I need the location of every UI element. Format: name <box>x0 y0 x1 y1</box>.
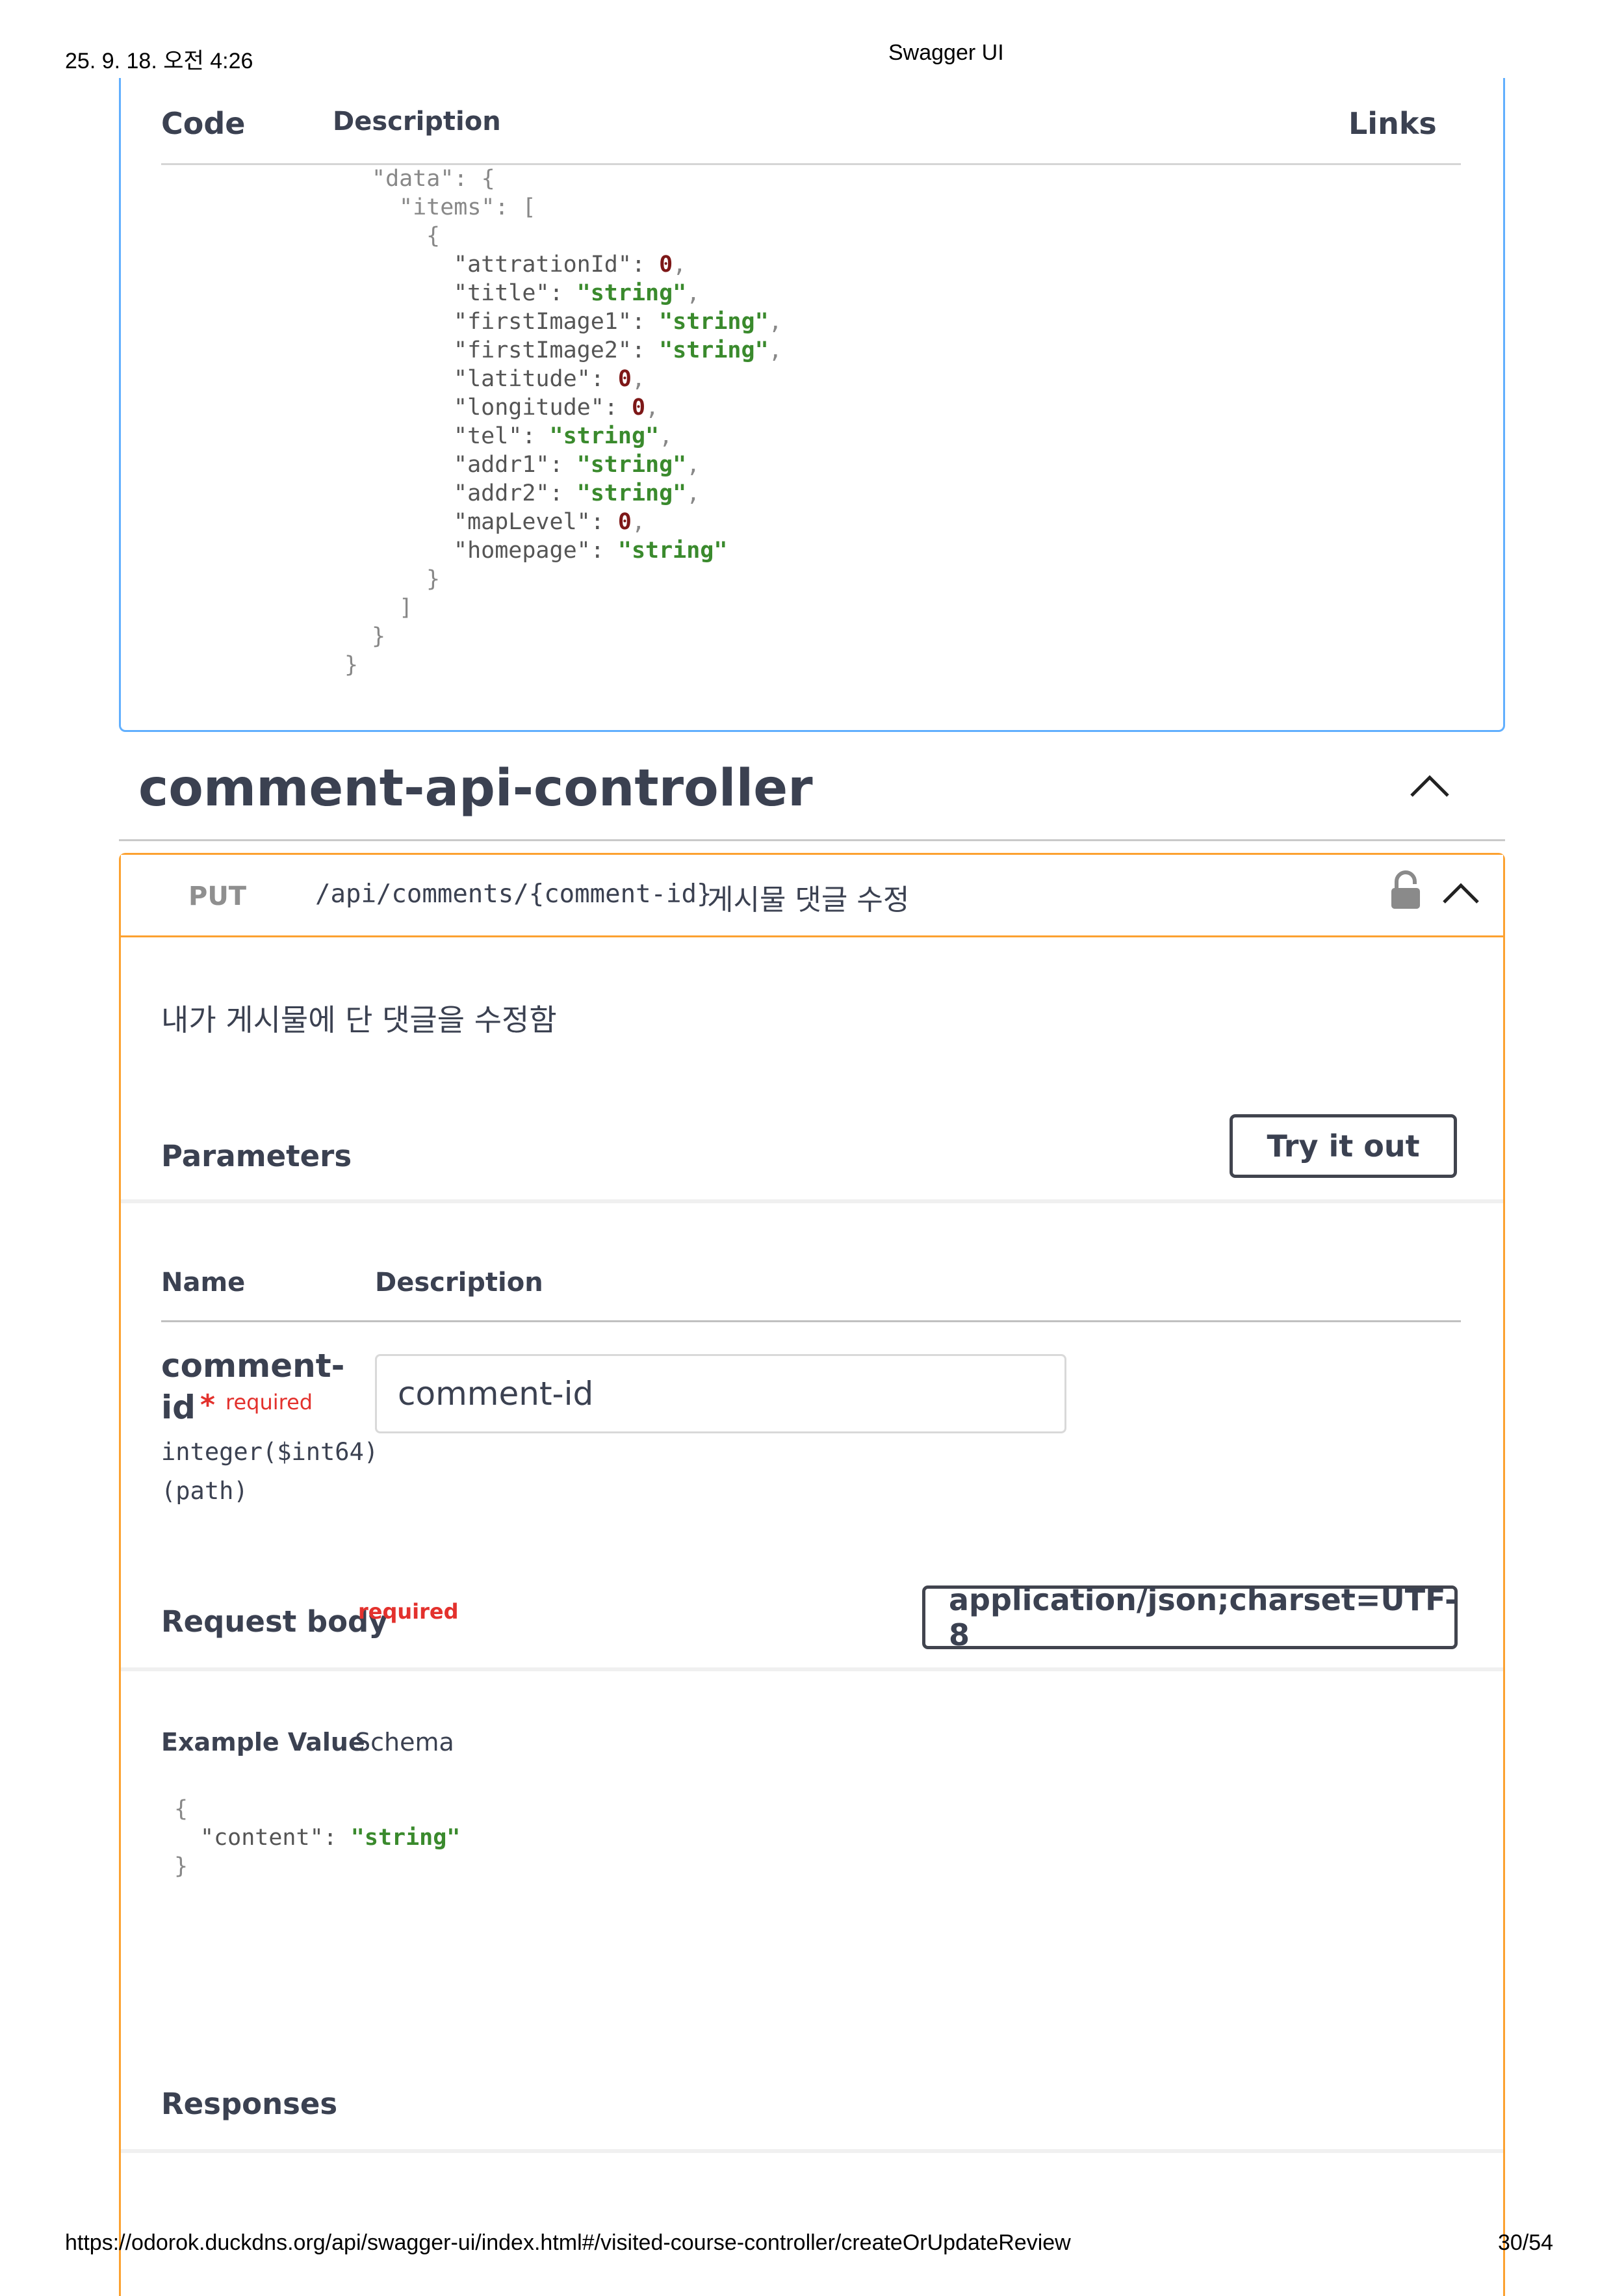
response-example-line: } <box>426 566 441 592</box>
param-col-description: Description <box>375 1268 543 1298</box>
response-example-line: "addr1": "string", <box>454 452 701 478</box>
response-example-line: "items": [ <box>399 194 536 220</box>
collapse-operation-icon[interactable] <box>1441 880 1480 905</box>
request-body-title: Request body <box>161 1604 388 1639</box>
response-example-line: } <box>372 623 386 649</box>
request-body-required: required <box>358 1599 459 1624</box>
operation-block <box>119 853 1505 2296</box>
request-example-line: { <box>174 1796 188 1822</box>
print-url: https://odorok.duckdns.org/api/swagger-u… <box>65 2230 1071 2255</box>
controller-title: comment-api-controller <box>138 759 813 818</box>
response-example-line: "attrationId": 0, <box>454 252 687 278</box>
print-datetime: 25. 9. 18. 오전 4:26 <box>65 49 253 73</box>
response-col-code: Code <box>161 106 246 141</box>
request-example-line: "content": "string" <box>200 1825 461 1851</box>
operation-summary: 게시물 댓글 수정 <box>707 883 910 917</box>
responses-title: Responses <box>161 2087 338 2121</box>
response-example-line: "latitude": 0, <box>454 366 646 392</box>
print-page-number: 30/54 <box>1498 2230 1554 2255</box>
schema-tab[interactable]: Schema <box>355 1728 454 1756</box>
response-example-line: } <box>344 652 359 678</box>
try-it-out-button[interactable]: Try it out <box>1230 1114 1457 1178</box>
request-example-line: } <box>174 1853 188 1879</box>
responses-header-shadow <box>121 2149 1503 2153</box>
param-type: integer($int64) <box>161 1438 379 1466</box>
response-col-links: Links <box>1348 106 1437 141</box>
content-type-select[interactable]: application/json;charset=UTF-8 <box>922 1582 1458 1652</box>
param-table-divider <box>161 1320 1461 1322</box>
print-page-title: Swagger UI <box>888 40 1004 65</box>
response-example-line: "firstImage1": "string", <box>454 309 782 335</box>
parameters-title: Parameters <box>161 1139 352 1173</box>
response-example-line: "firstImage2": "string", <box>454 337 782 363</box>
controller-divider <box>119 839 1505 841</box>
http-method-badge: PUT <box>188 881 247 911</box>
response-example-line: "homepage": "string" <box>454 538 728 564</box>
response-example-line: "title": "string", <box>454 280 701 306</box>
unlock-icon[interactable] <box>1389 870 1422 910</box>
response-col-description: Description <box>333 107 501 137</box>
param-name-line2: id <box>161 1389 196 1426</box>
response-example-line: { <box>426 223 441 249</box>
param-name-line1: comment- <box>161 1347 345 1385</box>
response-table-divider <box>161 163 1461 165</box>
parameters-header-shadow <box>121 1199 1503 1203</box>
param-required-label: required <box>226 1390 313 1415</box>
required-star: * <box>200 1389 216 1422</box>
param-col-name: Name <box>161 1268 246 1298</box>
response-example-line: "longitude": 0, <box>454 395 660 421</box>
collapse-section-icon[interactable] <box>1409 772 1450 798</box>
response-example-line: "data": { <box>372 166 495 192</box>
operation-path: /api/comments/{comment-id} <box>315 880 712 909</box>
example-value-tab[interactable]: Example Value <box>161 1728 365 1756</box>
operation-description: 내가 게시물에 단 댓글을 수정함 <box>161 1002 557 1037</box>
response-example-line: ] <box>399 595 413 621</box>
response-example-line: "mapLevel": 0, <box>454 509 646 535</box>
param-location: (path) <box>161 1477 248 1505</box>
response-example-line: "addr2": "string", <box>454 480 701 506</box>
request-body-header-shadow <box>121 1667 1503 1671</box>
response-example-line: "tel": "string", <box>454 423 673 449</box>
comment-id-input[interactable] <box>375 1354 1066 1433</box>
response-block <box>119 78 1505 732</box>
